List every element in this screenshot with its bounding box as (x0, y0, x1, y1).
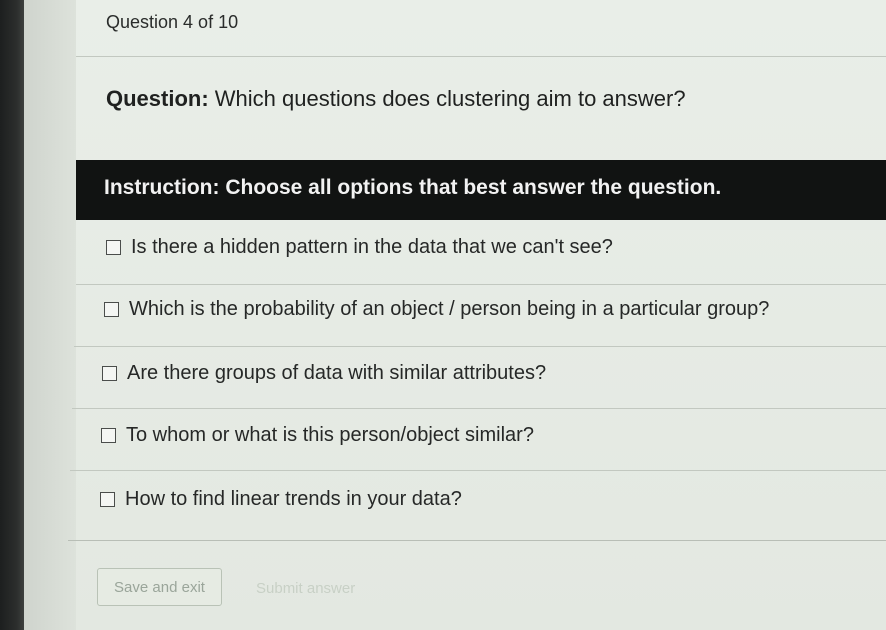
option-divider (72, 408, 886, 409)
checkbox-5[interactable] (100, 492, 115, 507)
instruction-prefix: Instruction: (104, 176, 220, 199)
question-progress: Question 4 of 10 (106, 12, 239, 32)
instruction-text: Instruction: Choose all options that bes… (104, 176, 721, 200)
answer-option-3[interactable]: Are there groups of data with similar at… (102, 362, 546, 385)
answer-option-label: Which is the probability of an object / … (129, 298, 770, 320)
checkbox-3[interactable] (102, 366, 117, 381)
submit-answer-button[interactable]: Submit answer (256, 580, 355, 597)
checkbox-2[interactable] (104, 302, 119, 317)
answer-option-label: To whom or what is this person/object si… (126, 424, 534, 446)
monitor-bezel (0, 0, 24, 630)
option-divider (74, 346, 886, 347)
left-margin-panel (24, 0, 76, 630)
answer-option-label: How to find linear trends in your data? (125, 488, 462, 510)
checkbox-4[interactable] (101, 428, 116, 443)
answer-option-label: Is there a hidden pattern in the data th… (131, 236, 613, 258)
options-bottom-divider (68, 540, 886, 541)
instruction-body: Choose all options that best answer the … (225, 176, 722, 199)
question-body: Which questions does clustering aim to a… (214, 86, 686, 111)
question-prefix: Question: (106, 86, 209, 111)
question-text: Question: Which questions does clusterin… (106, 86, 686, 112)
answer-option-1[interactable]: Is there a hidden pattern in the data th… (106, 236, 613, 259)
answer-option-4[interactable]: To whom or what is this person/object si… (101, 424, 534, 447)
answer-option-2[interactable]: Which is the probability of an object / … (104, 298, 769, 321)
option-divider (70, 470, 886, 471)
option-divider (76, 284, 886, 285)
answer-option-label: Are there groups of data with similar at… (127, 362, 547, 384)
checkbox-1[interactable] (106, 240, 121, 255)
answer-option-5[interactable]: How to find linear trends in your data? (100, 488, 462, 511)
save-and-exit-button[interactable]: Save and exit (97, 568, 222, 606)
header-divider (76, 56, 886, 57)
